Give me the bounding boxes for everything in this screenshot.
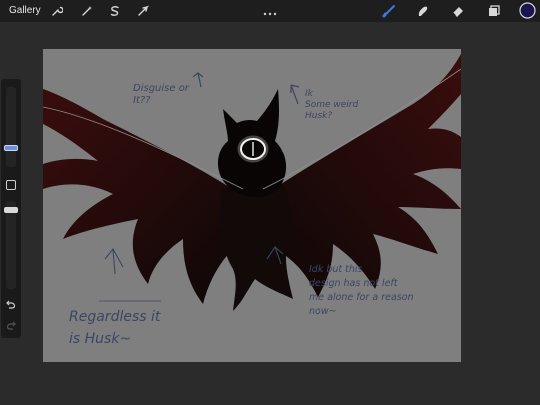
body xyxy=(220,184,293,311)
undo-icon[interactable] xyxy=(5,297,17,309)
left-sidebar xyxy=(1,79,21,338)
left-wing xyxy=(43,89,248,304)
note-bottom-left-1: Regardless it xyxy=(69,309,161,325)
note-top-left: Disguise or It?? xyxy=(133,83,189,106)
arrow-top-left xyxy=(192,72,204,88)
note-bottom-left-2: is Husk~ xyxy=(69,331,132,347)
layers-icon[interactable] xyxy=(486,3,501,18)
color-swatch[interactable] xyxy=(519,2,536,19)
drawing-canvas[interactable]: Disguise or It?? Ik Some weird Husk? Reg… xyxy=(43,49,461,362)
brush-size-handle[interactable] xyxy=(4,145,18,151)
more-options-icon[interactable] xyxy=(263,4,277,16)
top-toolbar: Gallery xyxy=(0,0,540,22)
smudge-icon[interactable] xyxy=(415,3,430,18)
gallery-button[interactable]: Gallery xyxy=(9,5,41,16)
redo-icon[interactable] xyxy=(5,318,17,330)
magic-wand-icon[interactable] xyxy=(79,3,94,18)
arrow-bottom-left xyxy=(104,248,124,275)
eraser-icon[interactable] xyxy=(450,3,465,18)
selection-s-icon[interactable] xyxy=(107,3,122,18)
transform-arrow-icon[interactable] xyxy=(135,3,150,18)
modify-square-button[interactable] xyxy=(6,180,16,190)
arrow-top-right xyxy=(290,84,300,105)
brush-size-slider[interactable] xyxy=(4,87,18,167)
opacity-slider[interactable] xyxy=(4,201,18,289)
wrench-icon[interactable] xyxy=(49,3,64,18)
note-bottom-right: Idk but this design has not left me alon… xyxy=(309,264,414,317)
opacity-handle[interactable] xyxy=(4,207,18,213)
head xyxy=(217,89,287,197)
brush-icon[interactable] xyxy=(381,3,396,18)
note-top-right: Ik Some weird Husk? xyxy=(305,89,359,121)
